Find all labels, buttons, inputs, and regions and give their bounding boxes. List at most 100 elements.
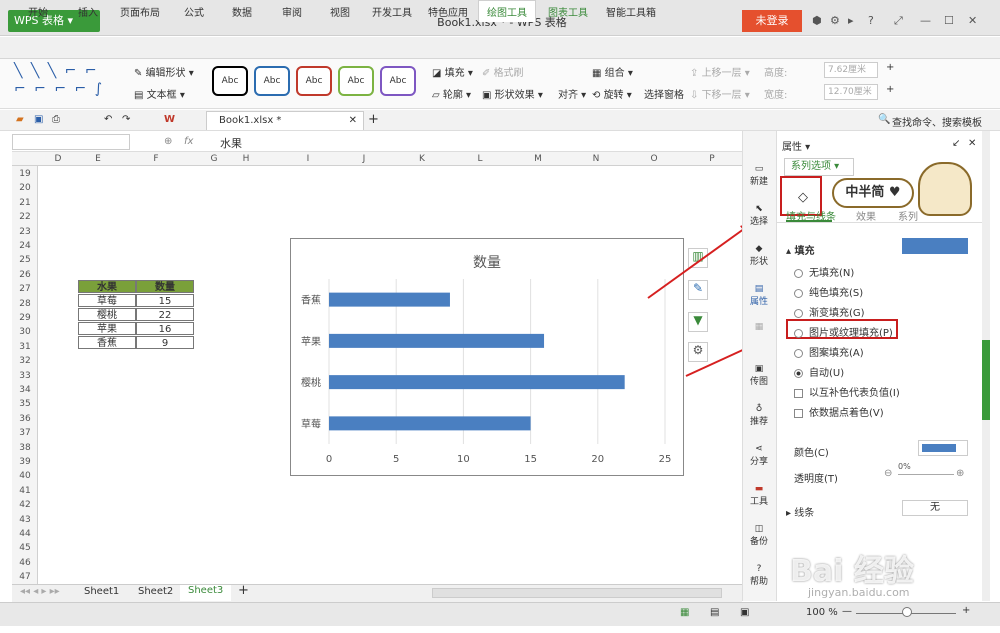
bar-樱桃[interactable] xyxy=(329,375,625,390)
width-plus-button[interactable]: + xyxy=(886,84,894,95)
row-header-cell[interactable]: 31 xyxy=(12,340,38,354)
sidebar-item-tools[interactable]: ▬ 工具 xyxy=(742,484,776,507)
row-header-cell[interactable]: 29 xyxy=(12,311,38,325)
table-header-count[interactable]: 数量 xyxy=(136,280,194,293)
column-header-cell[interactable]: N xyxy=(576,152,616,166)
sidebar-item-recommend[interactable]: ♁ 推荐 xyxy=(742,404,776,427)
line-shapes-gallery[interactable]: ╲ ╲ ╲ ⌐ ⌐ ⌐ ⌐ ⌐ ⌐ ∫ xyxy=(14,62,124,102)
row-header-cell[interactable]: 24 xyxy=(12,239,38,253)
line-value-box[interactable]: 无 xyxy=(902,500,968,516)
fill-section-header[interactable]: ▴ 填充 xyxy=(786,242,815,257)
column-header-cell[interactable]: J xyxy=(344,152,384,166)
width-input[interactable]: 12.70厘米 xyxy=(824,84,878,100)
row-header-cell[interactable]: 33 xyxy=(12,369,38,383)
page-break-icon[interactable]: ▣ xyxy=(740,607,749,618)
edit-shape-button[interactable]: ✎ 编辑形状 ▾ xyxy=(134,64,194,79)
row-header-cell[interactable]: 27 xyxy=(12,282,38,296)
column-header-cell[interactable]: F xyxy=(136,152,176,166)
row-header-cell[interactable]: 32 xyxy=(12,354,38,368)
table-cell[interactable]: 22 xyxy=(136,308,194,321)
column-header-cell[interactable]: H xyxy=(226,152,266,166)
row-header-cell[interactable]: 20 xyxy=(12,181,38,195)
sheet-tab-3[interactable]: Sheet3 xyxy=(180,585,232,601)
row-header-cell[interactable]: 25 xyxy=(12,253,38,267)
row-header-cell[interactable]: 47 xyxy=(12,570,38,584)
row-header-cell[interactable]: 26 xyxy=(12,268,38,282)
table-cell[interactable]: 9 xyxy=(136,336,194,349)
row-header-cell[interactable]: 23 xyxy=(12,225,38,239)
column-header-cell[interactable]: I xyxy=(288,152,328,166)
table-cell[interactable]: 15 xyxy=(136,294,194,307)
transparency-slider[interactable] xyxy=(898,474,954,475)
menu-insert[interactable]: 插入 xyxy=(78,4,98,19)
column-header-cell[interactable]: D xyxy=(38,152,78,166)
menu-home[interactable]: 开始 xyxy=(28,4,48,19)
zoom-out-button[interactable]: — xyxy=(842,606,852,617)
column-header-cell[interactable]: L xyxy=(460,152,500,166)
transparency-plus-button[interactable]: ⊕ xyxy=(956,468,964,479)
outline-button[interactable]: ▱ 轮廓 ▾ xyxy=(432,86,471,101)
undo-icon[interactable]: ↶ xyxy=(104,114,112,125)
doc-tab-book1[interactable]: Book1.xlsx * ✕ xyxy=(206,111,364,130)
bar-chart[interactable]: 数量 0 5 10 15 20 25 香蕉 苹果 樱桃 草莓 xyxy=(290,238,684,476)
height-input[interactable]: 7.62厘米 xyxy=(824,62,878,78)
sidebar-item-share[interactable]: ⋖ 分享 xyxy=(742,444,776,467)
shape-effect-button[interactable]: ▣ 形状效果 ▾ xyxy=(482,86,543,101)
horizontal-scrollbar[interactable] xyxy=(432,588,722,598)
table-header-fruit[interactable]: 水果 xyxy=(78,280,136,293)
menu-data[interactable]: 数据 xyxy=(232,4,252,19)
send-backward-button[interactable]: ⇩ 下移一层 ▾ xyxy=(690,86,750,101)
name-box[interactable] xyxy=(12,134,130,150)
tab-series[interactable]: 系列 xyxy=(898,208,918,223)
row-header-cell[interactable]: 39 xyxy=(12,455,38,469)
fullscreen-icon[interactable]: ⤢ xyxy=(894,14,903,28)
shape-style-5[interactable]: Abc xyxy=(380,66,416,96)
fill-button[interactable]: ◪ 填充 ▾ xyxy=(432,64,473,79)
close-icon[interactable]: ✕ xyxy=(968,14,977,27)
column-header-cell[interactable]: K xyxy=(402,152,442,166)
row-header-cell[interactable]: 43 xyxy=(12,513,38,527)
table-cell[interactable]: 草莓 xyxy=(78,294,136,307)
height-plus-button[interactable]: + xyxy=(886,62,894,73)
column-header-cell[interactable]: O xyxy=(634,152,674,166)
row-header-cell[interactable]: 19 xyxy=(12,167,38,181)
sidebar-item-help[interactable]: ? 帮助 xyxy=(742,564,776,587)
column-header-cell[interactable]: E xyxy=(78,152,118,166)
row-header-cell[interactable]: 22 xyxy=(12,210,38,224)
menu-review[interactable]: 审阅 xyxy=(282,4,302,19)
shape-style-1[interactable]: Abc xyxy=(212,66,248,96)
sidebar-item-new[interactable]: ▭ 新建 xyxy=(742,164,776,187)
sidebar-item-placeholder[interactable]: ▦ xyxy=(742,322,776,332)
panel-title[interactable]: 属性 ▾ xyxy=(782,138,810,153)
option-no-fill[interactable]: 无填充(N) xyxy=(794,264,854,279)
row-header-cell[interactable]: 30 xyxy=(12,325,38,339)
row-header-cell[interactable]: 28 xyxy=(12,297,38,311)
menu-view[interactable]: 视图 xyxy=(330,4,350,19)
menu-developer[interactable]: 开发工具 xyxy=(372,4,412,19)
column-header-cell[interactable]: P xyxy=(692,152,732,166)
row-header-cell[interactable]: 21 xyxy=(12,196,38,210)
menu-smart-toolbox[interactable]: 智能工具箱 xyxy=(606,4,656,19)
row-header-cell[interactable]: 35 xyxy=(12,397,38,411)
sheet-tab-2[interactable]: Sheet2 xyxy=(138,586,173,597)
row-header-cell[interactable]: 44 xyxy=(12,527,38,541)
table-cell[interactable]: 香蕉 xyxy=(78,336,136,349)
open-folder-icon[interactable]: ▰ xyxy=(16,114,24,125)
close-tab-icon[interactable]: ✕ xyxy=(349,112,357,129)
help-icon[interactable]: ? xyxy=(868,14,874,27)
page-view-icon[interactable]: ▤ xyxy=(710,607,719,618)
chart-title[interactable]: 数量 xyxy=(473,255,501,271)
panel-pin-icon[interactable]: ↙ xyxy=(952,138,960,149)
format-brush-button[interactable]: ✐ 格式刷 xyxy=(482,64,524,79)
add-sheet-button[interactable]: + xyxy=(238,583,249,598)
panel-scroll-thumb[interactable] xyxy=(982,340,990,420)
bar-草莓[interactable] xyxy=(329,416,531,431)
option-gradient-fill[interactable]: 渐变填充(G) xyxy=(794,304,865,319)
new-tab-button[interactable]: + xyxy=(368,112,379,127)
tools-icon[interactable]: ▸ xyxy=(848,14,854,27)
group-button[interactable]: ▦ 组合 ▾ xyxy=(592,64,633,79)
option-picture-texture-fill[interactable]: 图片或纹理填充(P) xyxy=(794,324,893,339)
table-cell[interactable]: 16 xyxy=(136,322,194,335)
menu-formulas[interactable]: 公式 xyxy=(184,4,204,19)
fill-bucket-icon[interactable]: ◇ xyxy=(798,190,808,205)
